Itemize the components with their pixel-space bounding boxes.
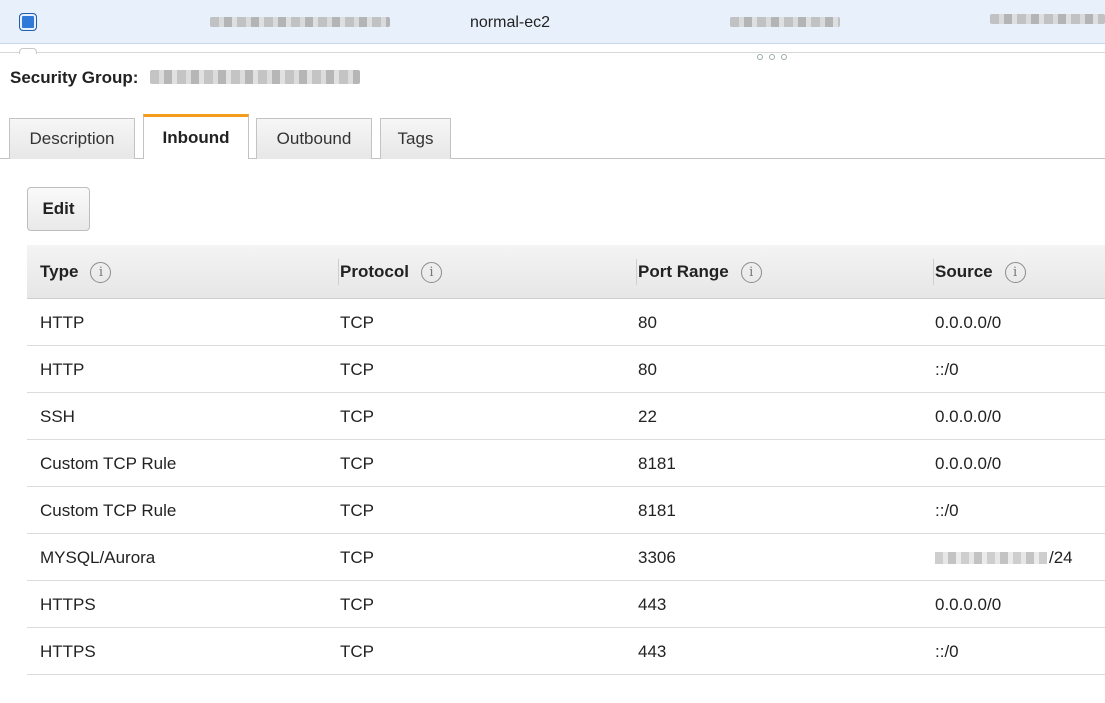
security-group-label: Security Group: — [10, 68, 139, 87]
cell-type: HTTPS — [40, 641, 96, 661]
cell-protocol: TCP — [340, 359, 374, 379]
redacted-security-group-id — [150, 70, 360, 84]
info-icon[interactable]: i — [90, 261, 112, 283]
column-divider — [338, 259, 339, 285]
cell-source-suffix: /24 — [1049, 547, 1073, 567]
cell-port-range: 80 — [638, 312, 657, 332]
cell-protocol: TCP — [340, 594, 374, 614]
info-icon[interactable]: i — [1004, 261, 1026, 283]
cell-type: Custom TCP Rule — [40, 453, 177, 473]
next-instance-row[interactable] — [0, 45, 1105, 54]
cell-port-range: 443 — [638, 641, 667, 661]
cell-source-redacted: /24 — [935, 534, 1073, 581]
cell-type: HTTP — [40, 359, 85, 379]
cell-port-range: 3306 — [638, 547, 676, 567]
security-group-name: normal-ec2 — [470, 14, 551, 31]
info-icon[interactable]: i — [740, 261, 762, 283]
row-checkbox-checked-icon[interactable] — [19, 13, 37, 31]
cell-source: 0.0.0.0/0 — [935, 312, 1002, 332]
redacted-owner — [990, 14, 1105, 24]
cell-port-range: 8181 — [638, 453, 676, 473]
cell-protocol: TCP — [340, 453, 374, 473]
cell-protocol: TCP — [340, 406, 374, 426]
column-divider — [933, 259, 934, 285]
table-row: HTTPS TCP 443 ::/0 — [27, 628, 1105, 675]
detail-tabs: Description Inbound Outbound Tags — [0, 114, 1105, 159]
table-row: MYSQL/Aurora TCP 3306 /24 — [27, 534, 1105, 581]
table-row: Custom TCP Rule TCP 8181 0.0.0.0/0 — [27, 440, 1105, 487]
redacted-vpc-id — [730, 17, 840, 27]
cell-port-range: 80 — [638, 359, 657, 379]
cell-protocol: TCP — [340, 547, 374, 567]
cell-type: HTTP — [40, 312, 85, 332]
cell-protocol: TCP — [340, 500, 374, 520]
tab-description[interactable]: Description — [9, 118, 135, 159]
cell-protocol: TCP — [340, 312, 374, 332]
column-header-label: Type — [40, 262, 79, 281]
cell-protocol: TCP — [340, 641, 374, 661]
cell-source: 0.0.0.0/0 — [935, 406, 1002, 426]
tab-outbound[interactable]: Outbound — [256, 118, 372, 159]
column-header-port-range[interactable]: Port Range i — [636, 245, 762, 299]
selected-instance-row[interactable]: normal-ec2 — [0, 0, 1105, 44]
table-row: HTTP TCP 80 ::/0 — [27, 346, 1105, 393]
column-divider — [636, 259, 637, 285]
cell-type: SSH — [40, 406, 75, 426]
table-header: Type i Protocol i Port Range i Source i — [27, 245, 1105, 299]
panel-resize-handle-icon[interactable] — [752, 54, 792, 62]
cell-port-range: 8181 — [638, 500, 676, 520]
column-header-label: Source — [935, 262, 993, 281]
redacted-group-id — [210, 17, 390, 27]
column-header-source[interactable]: Source i — [933, 245, 1026, 299]
cell-type: HTTPS — [40, 594, 96, 614]
table-row: SSH TCP 22 0.0.0.0/0 — [27, 393, 1105, 440]
cell-source: ::/0 — [935, 641, 959, 661]
tab-tags[interactable]: Tags — [380, 118, 451, 159]
column-header-label: Protocol — [340, 262, 409, 281]
info-icon[interactable]: i — [420, 261, 442, 283]
cell-source: 0.0.0.0/0 — [935, 453, 1002, 473]
cell-source: ::/0 — [935, 500, 959, 520]
column-header-label: Port Range — [638, 262, 729, 281]
cell-type: Custom TCP Rule — [40, 500, 177, 520]
inbound-rules-table: Type i Protocol i Port Range i Source i … — [27, 245, 1105, 675]
table-row: HTTPS TCP 443 0.0.0.0/0 — [27, 581, 1105, 628]
column-header-protocol[interactable]: Protocol i — [338, 245, 442, 299]
table-row: HTTP TCP 80 0.0.0.0/0 — [27, 299, 1105, 346]
cell-source: 0.0.0.0/0 — [935, 594, 1002, 614]
cell-port-range: 22 — [638, 406, 657, 426]
redacted-cidr — [935, 551, 1047, 564]
column-header-type[interactable]: Type i — [40, 245, 112, 299]
cell-port-range: 443 — [638, 594, 667, 614]
cell-source: ::/0 — [935, 359, 959, 379]
edit-button[interactable]: Edit — [27, 187, 90, 231]
cell-type: MYSQL/Aurora — [40, 547, 156, 567]
table-row: Custom TCP Rule TCP 8181 ::/0 — [27, 487, 1105, 534]
row-checkbox-icon[interactable] — [19, 48, 37, 54]
tab-inbound[interactable]: Inbound — [143, 114, 249, 159]
